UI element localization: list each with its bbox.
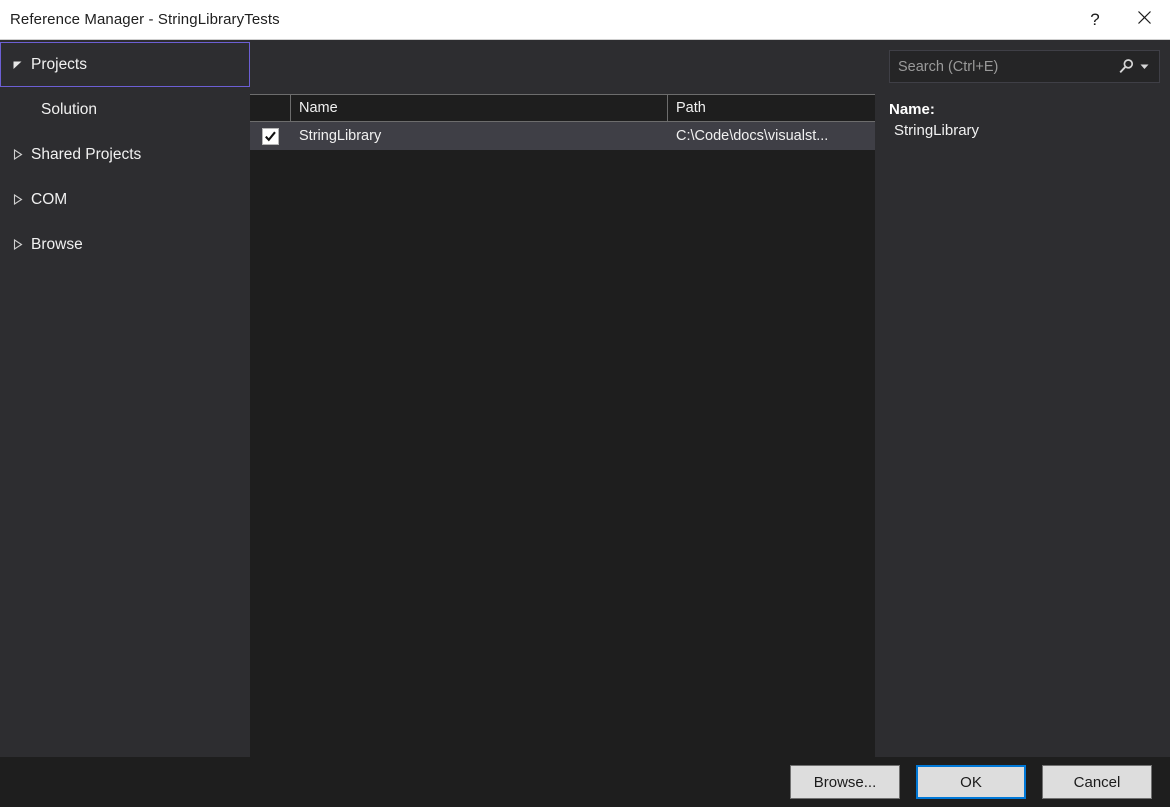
row-checkbox-cell[interactable] (250, 128, 291, 145)
reference-manager-dialog: Reference Manager - StringLibraryTests ? (0, 0, 1170, 807)
sidebar-item-browse[interactable]: Browse (0, 222, 250, 267)
question-mark-icon: ? (1090, 10, 1099, 30)
sidebar-item-label: Shared Projects (31, 146, 141, 164)
window-controls: ? (1072, 0, 1170, 39)
details-name-value: StringLibrary (889, 120, 1160, 142)
details-pane: Name: StringLibrary (877, 40, 1170, 757)
details-name-label: Name: (889, 99, 1160, 120)
dialog-body: Projects Solution Shared Projects (0, 40, 1170, 757)
sidebar-item-projects[interactable]: Projects (0, 42, 250, 87)
window-title: Reference Manager - StringLibraryTests (0, 11, 280, 28)
table-row[interactable]: StringLibrary C:\Code\docs\visualst... (250, 122, 875, 150)
row-path-cell: C:\Code\docs\visualst... (668, 128, 875, 144)
ok-button[interactable]: OK (916, 765, 1026, 799)
close-button[interactable] (1118, 0, 1170, 39)
triangle-right-icon[interactable] (1, 239, 31, 250)
search-icon[interactable] (1115, 58, 1138, 75)
sidebar-item-solution[interactable]: Solution (0, 87, 250, 132)
dialog-footer: Browse... OK Cancel (0, 757, 1170, 807)
help-button[interactable]: ? (1072, 0, 1118, 39)
search-box[interactable] (889, 50, 1160, 83)
sidebar-item-label: Projects (31, 56, 87, 74)
list-top-spacer (250, 40, 877, 94)
column-header-checkbox[interactable] (250, 95, 291, 121)
details-content: Name: StringLibrary (889, 83, 1170, 142)
center-column: Name Path StringLibrary C:\ (250, 40, 877, 757)
sidebar-item-shared-projects[interactable]: Shared Projects (0, 132, 250, 177)
sidebar-item-com[interactable]: COM (0, 177, 250, 222)
triangle-right-icon[interactable] (1, 194, 31, 205)
sidebar-item-label: Solution (41, 101, 97, 119)
title-bar: Reference Manager - StringLibraryTests ? (0, 0, 1170, 40)
sidebar-item-label: Browse (31, 236, 83, 254)
search-input[interactable] (898, 59, 1115, 75)
sidebar-item-label: COM (31, 191, 67, 209)
chevron-down-icon[interactable] (1138, 63, 1153, 70)
row-name-cell: StringLibrary (291, 128, 668, 144)
list-header-row: Name Path (250, 94, 875, 122)
column-header-path[interactable]: Path (668, 95, 875, 121)
close-icon (1137, 10, 1152, 30)
reference-list-panel: Name Path StringLibrary C:\ (250, 94, 875, 757)
category-sidebar: Projects Solution Shared Projects (0, 40, 250, 757)
browse-button[interactable]: Browse... (790, 765, 900, 799)
triangle-right-icon[interactable] (1, 149, 31, 160)
cancel-button[interactable]: Cancel (1042, 765, 1152, 799)
list-rows: StringLibrary C:\Code\docs\visualst... (250, 122, 875, 757)
triangle-down-icon[interactable] (1, 59, 31, 70)
checkbox-checked-icon[interactable] (262, 128, 279, 145)
column-header-name[interactable]: Name (291, 95, 668, 121)
